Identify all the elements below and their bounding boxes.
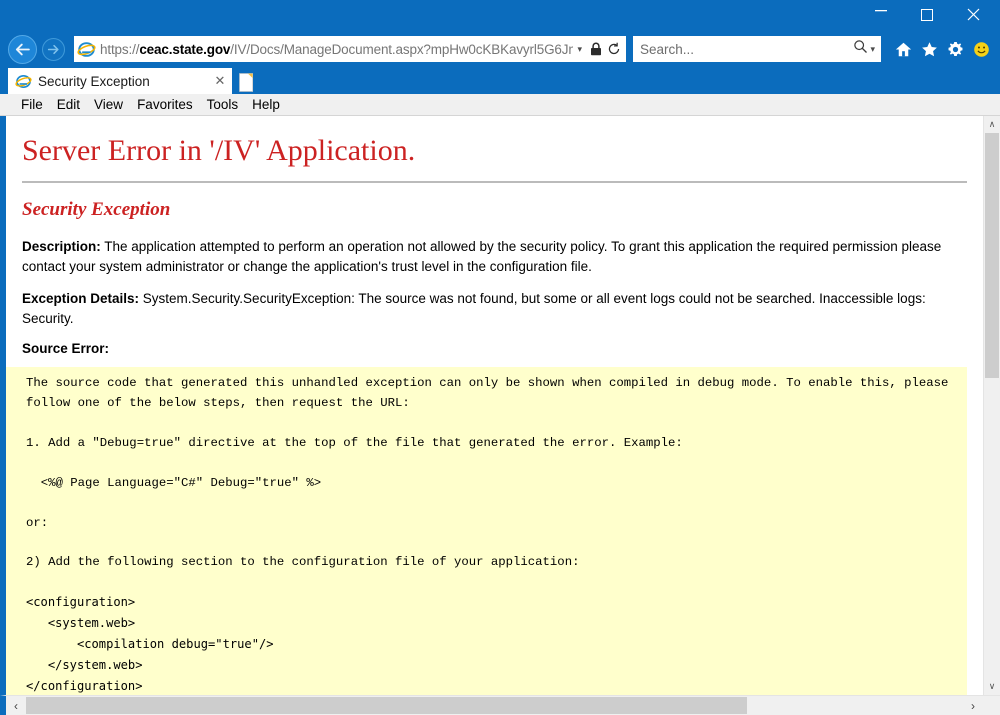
horizontal-scrollbar[interactable]: ‹ › (0, 695, 1000, 715)
menu-item-edit[interactable]: Edit (50, 96, 87, 114)
search-box[interactable]: Search... ▾ (633, 36, 881, 62)
horizontal-scroll-track[interactable] (26, 696, 963, 715)
minimize-button[interactable] (858, 0, 904, 29)
error-page: Server Error in '/IV' Application. Secur… (6, 116, 983, 695)
home-icon[interactable] (895, 41, 912, 58)
page-title: Server Error in '/IV' Application. (22, 134, 416, 167)
new-tab-icon (238, 72, 253, 92)
menu-item-favorites[interactable]: Favorites (130, 96, 200, 114)
scroll-left-button[interactable]: ‹ (6, 696, 26, 715)
description-text: The application attempted to perform an … (22, 239, 942, 274)
menu-item-tools[interactable]: Tools (200, 96, 246, 114)
scroll-down-button[interactable]: ∨ (984, 678, 1000, 695)
close-button[interactable] (950, 0, 996, 29)
gear-icon[interactable] (947, 41, 964, 58)
scroll-right-button[interactable]: › (963, 696, 983, 715)
tab-title: Security Exception (38, 73, 150, 89)
internet-explorer-icon (77, 40, 96, 59)
back-button[interactable] (8, 34, 37, 64)
tab-strip: Security Exception ✕ (0, 68, 1000, 94)
refresh-icon (608, 42, 620, 55)
menu-bar: File Edit View Favorites Tools Help (0, 94, 1000, 116)
exception-details-label: Exception Details: (22, 291, 140, 307)
url-path: /IV/Docs/ManageDocument.aspx?mpHw0cKBKav… (230, 41, 574, 57)
content-area: Server Error in '/IV' Application. Secur… (0, 116, 1000, 695)
maximize-button[interactable] (904, 0, 950, 29)
close-icon (967, 8, 979, 21)
menu-item-help[interactable]: Help (245, 96, 287, 114)
source-error-code-block: The source code that generated this unha… (6, 367, 967, 695)
menu-item-file[interactable]: File (14, 96, 50, 114)
tab-favicon-icon (15, 73, 32, 90)
search-dropdown-icon[interactable]: ▾ (870, 44, 877, 55)
minimize-icon (875, 10, 887, 12)
star-icon[interactable] (921, 41, 938, 58)
navigation-toolbar: https://ceac.state.gov/IV/Docs/ManageDoc… (0, 30, 1000, 68)
new-tab-button[interactable] (234, 70, 258, 94)
exception-details-text: System.Security.SecurityException: The s… (22, 291, 926, 326)
exception-details-paragraph: Exception Details: System.Security.Secur… (22, 289, 967, 328)
back-arrow-icon (15, 43, 30, 55)
url-scheme: https:// (100, 41, 140, 57)
url-host: ceac.state.gov (139, 41, 231, 57)
forward-arrow-icon (47, 44, 59, 54)
tab-close-icon[interactable]: ✕ (212, 73, 228, 89)
search-icon[interactable] (853, 39, 868, 59)
menu-item-view[interactable]: View (87, 96, 130, 114)
description-paragraph: Description: The application attempted t… (22, 237, 967, 276)
browser-window: https://ceac.state.gov/IV/Docs/ManageDoc… (0, 0, 1000, 715)
vertical-scroll-thumb[interactable] (985, 133, 999, 379)
address-bar[interactable]: https://ceac.state.gov/IV/Docs/ManageDoc… (74, 36, 626, 62)
smiley-icon[interactable] (973, 41, 990, 58)
maximize-icon (921, 8, 933, 21)
address-dropdown-icon[interactable]: ▾ (573, 44, 588, 55)
description-label: Description: (22, 239, 101, 254)
scroll-up-button[interactable]: ∧ (984, 116, 1000, 133)
vertical-scrollbar[interactable]: ∧ ∨ (983, 116, 1000, 695)
source-error-label: Source Error: (22, 341, 110, 357)
scrollbar-corner (983, 695, 1000, 715)
title-bar (0, 0, 1000, 30)
horizontal-scroll-thumb[interactable] (26, 697, 748, 714)
url-text: https://ceac.state.gov/IV/Docs/ManageDoc… (100, 42, 573, 57)
browser-toolbar-icons (885, 41, 994, 58)
code-intro-text: The source code that generated this unha… (26, 376, 949, 570)
vertical-scroll-track[interactable] (984, 133, 1000, 678)
refresh-button[interactable] (604, 42, 624, 56)
lock-icon (588, 42, 604, 56)
forward-button[interactable] (42, 37, 65, 61)
exception-title: Security Exception (22, 199, 171, 220)
title-divider (22, 181, 967, 183)
search-input[interactable]: Search... (640, 42, 853, 57)
tab-security-exception[interactable]: Security Exception ✕ (8, 68, 232, 94)
code-xml-snippet: <configuration> <system.web> <compilatio… (26, 595, 274, 693)
